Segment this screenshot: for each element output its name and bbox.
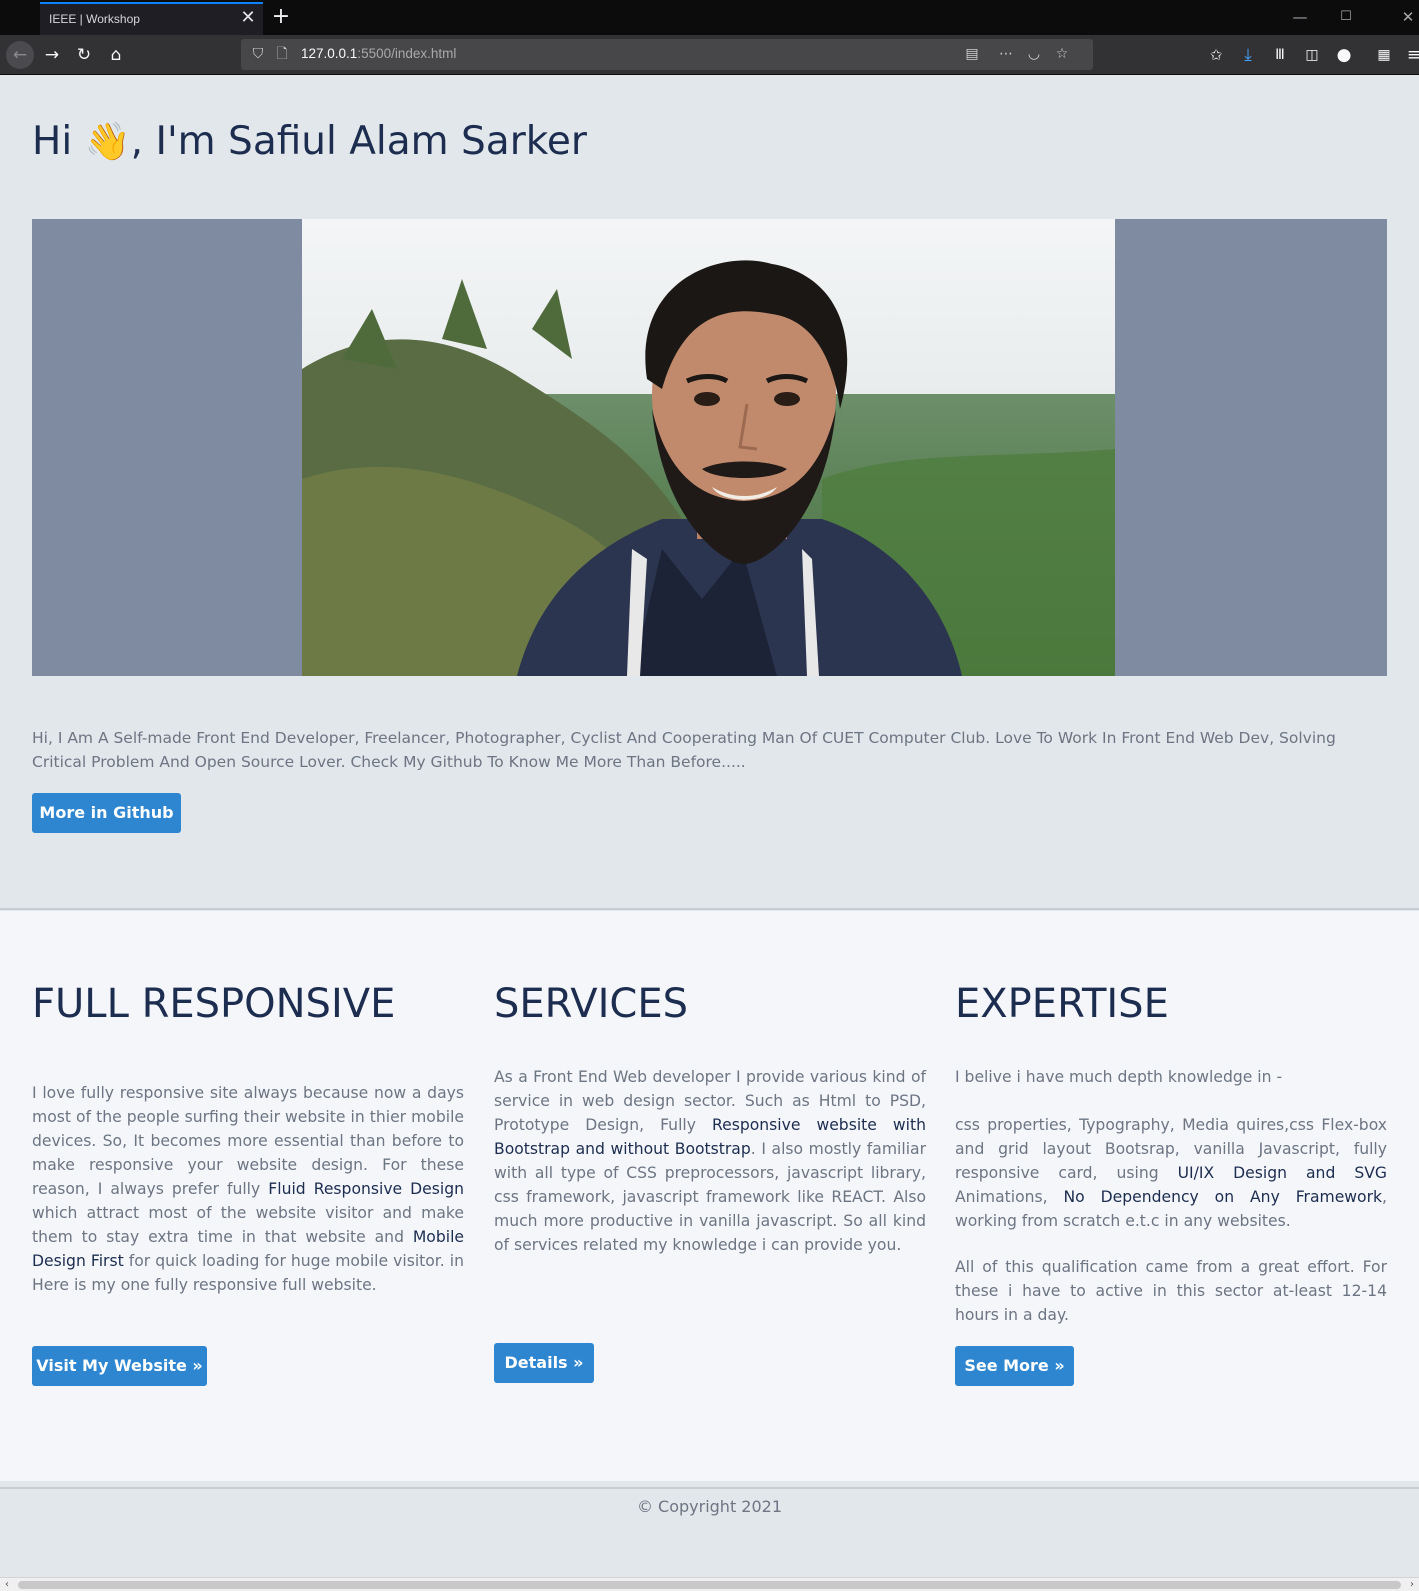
hero-title: Hi 👋, I'm Safiul Alam Sarker: [32, 119, 587, 164]
responsive-text-part-2: which attract most of the website visito…: [32, 1204, 464, 1246]
expertise-title: EXPERTISE: [955, 981, 1169, 1027]
shield-icon[interactable]: ⛉: [245, 41, 271, 67]
tab-title: IEEE | Workshop: [49, 12, 140, 26]
page-content: Hi 👋, I'm Safiul Alam Sarker Hi, I Am A …: [0, 75, 1419, 1577]
menu-icon[interactable]: ≡: [1400, 41, 1419, 69]
expertise-text: css properties, Typography, Media quires…: [955, 1113, 1387, 1233]
expertise-highlight-1: UI/IX Design and SVG: [1177, 1164, 1387, 1182]
close-tab-icon[interactable]: ✕: [240, 8, 256, 28]
page-info-icon[interactable]: 🗋: [269, 41, 295, 67]
hero-greeting: Hi: [32, 119, 73, 164]
pocket-icon[interactable]: ◡: [1021, 41, 1047, 67]
expertise-text-part-2: Animations,: [955, 1188, 1064, 1206]
url-text[interactable]: 127.0.0.1:5500/index.html: [301, 46, 456, 61]
bio-text: Hi, I Am A Self-made Front End Developer…: [32, 729, 1336, 771]
url-host: 127.0.0.1: [301, 46, 358, 61]
see-more-button[interactable]: See More »: [955, 1346, 1074, 1386]
minimize-icon[interactable]: —: [1289, 6, 1311, 28]
bookmark-star-icon[interactable]: ☆: [1049, 41, 1075, 67]
new-tab-icon[interactable]: +: [271, 3, 291, 31]
copyright-text: © Copyright 2021: [636, 1497, 783, 1516]
scrollbar-thumb[interactable]: [18, 1581, 1401, 1589]
wave-hand-icon: 👋: [84, 120, 131, 163]
maximize-icon[interactable]: ☐: [1335, 6, 1357, 28]
responsive-highlight-1: Fluid Responsive Design: [268, 1180, 464, 1198]
browser-nav-bar: ← → ↻ ⌂ ⛉ 🗋 127.0.0.1:5500/index.html ▤ …: [0, 35, 1419, 75]
bookmarks-icon[interactable]: ✩: [1202, 41, 1230, 69]
scroll-left-icon[interactable]: ‹: [0, 1578, 14, 1591]
profile-photo-illustration: [302, 219, 1115, 676]
account-icon[interactable]: ●: [1330, 41, 1358, 69]
sidebar-icon[interactable]: ◫: [1298, 41, 1326, 69]
library-icon[interactable]: Ⅲ: [1266, 41, 1294, 69]
responsive-text: I love fully responsive site always beca…: [32, 1081, 464, 1297]
hero-name: , I'm Safiul Alam Sarker: [130, 119, 587, 164]
expertise-intro: I belive i have much depth knowledge in …: [955, 1068, 1283, 1086]
url-path: :5500/index.html: [357, 46, 457, 61]
more-in-github-button[interactable]: More in Github: [32, 793, 181, 833]
features-section: FULL RESPONSIVE I love fully responsive …: [0, 911, 1419, 1481]
scroll-right-icon[interactable]: ›: [1405, 1578, 1419, 1591]
close-window-icon[interactable]: ✕: [1397, 6, 1419, 28]
download-icon[interactable]: ⤓: [1234, 41, 1262, 69]
extensions-icon[interactable]: ▦: [1370, 41, 1398, 69]
services-title: SERVICES: [494, 981, 689, 1027]
forward-icon[interactable]: →: [38, 41, 66, 69]
home-icon[interactable]: ⌂: [102, 41, 130, 69]
section-divider: [0, 908, 1419, 910]
responsive-title: FULL RESPONSIVE: [32, 981, 396, 1027]
profile-photo-frame: [32, 219, 1387, 676]
back-icon[interactable]: ←: [6, 41, 34, 69]
horizontal-scrollbar[interactable]: ‹ ›: [0, 1577, 1419, 1591]
browser-tab-bar: IEEE | Workshop ✕ + — ☐ ✕: [0, 0, 1419, 35]
expertise-paragraph-2: All of this qualification came from a gr…: [955, 1258, 1387, 1324]
reload-icon[interactable]: ↻: [70, 41, 98, 69]
footer-divider: [0, 1487, 1419, 1489]
more-actions-icon[interactable]: ⋯: [993, 41, 1019, 67]
services-text: As a Front End Web developer I provide v…: [494, 1065, 926, 1257]
reader-view-icon[interactable]: ▤: [959, 41, 985, 67]
profile-photo: [302, 219, 1115, 676]
url-bar[interactable]: ⛉ 🗋 127.0.0.1:5500/index.html ▤ ⋯ ◡ ☆: [241, 39, 1093, 70]
details-button[interactable]: Details »: [494, 1343, 594, 1383]
visit-website-button[interactable]: Visit My Website »: [32, 1346, 207, 1386]
browser-tab[interactable]: IEEE | Workshop ✕: [40, 2, 263, 35]
expertise-highlight-2: No Dependency on Any Framework: [1063, 1188, 1383, 1206]
